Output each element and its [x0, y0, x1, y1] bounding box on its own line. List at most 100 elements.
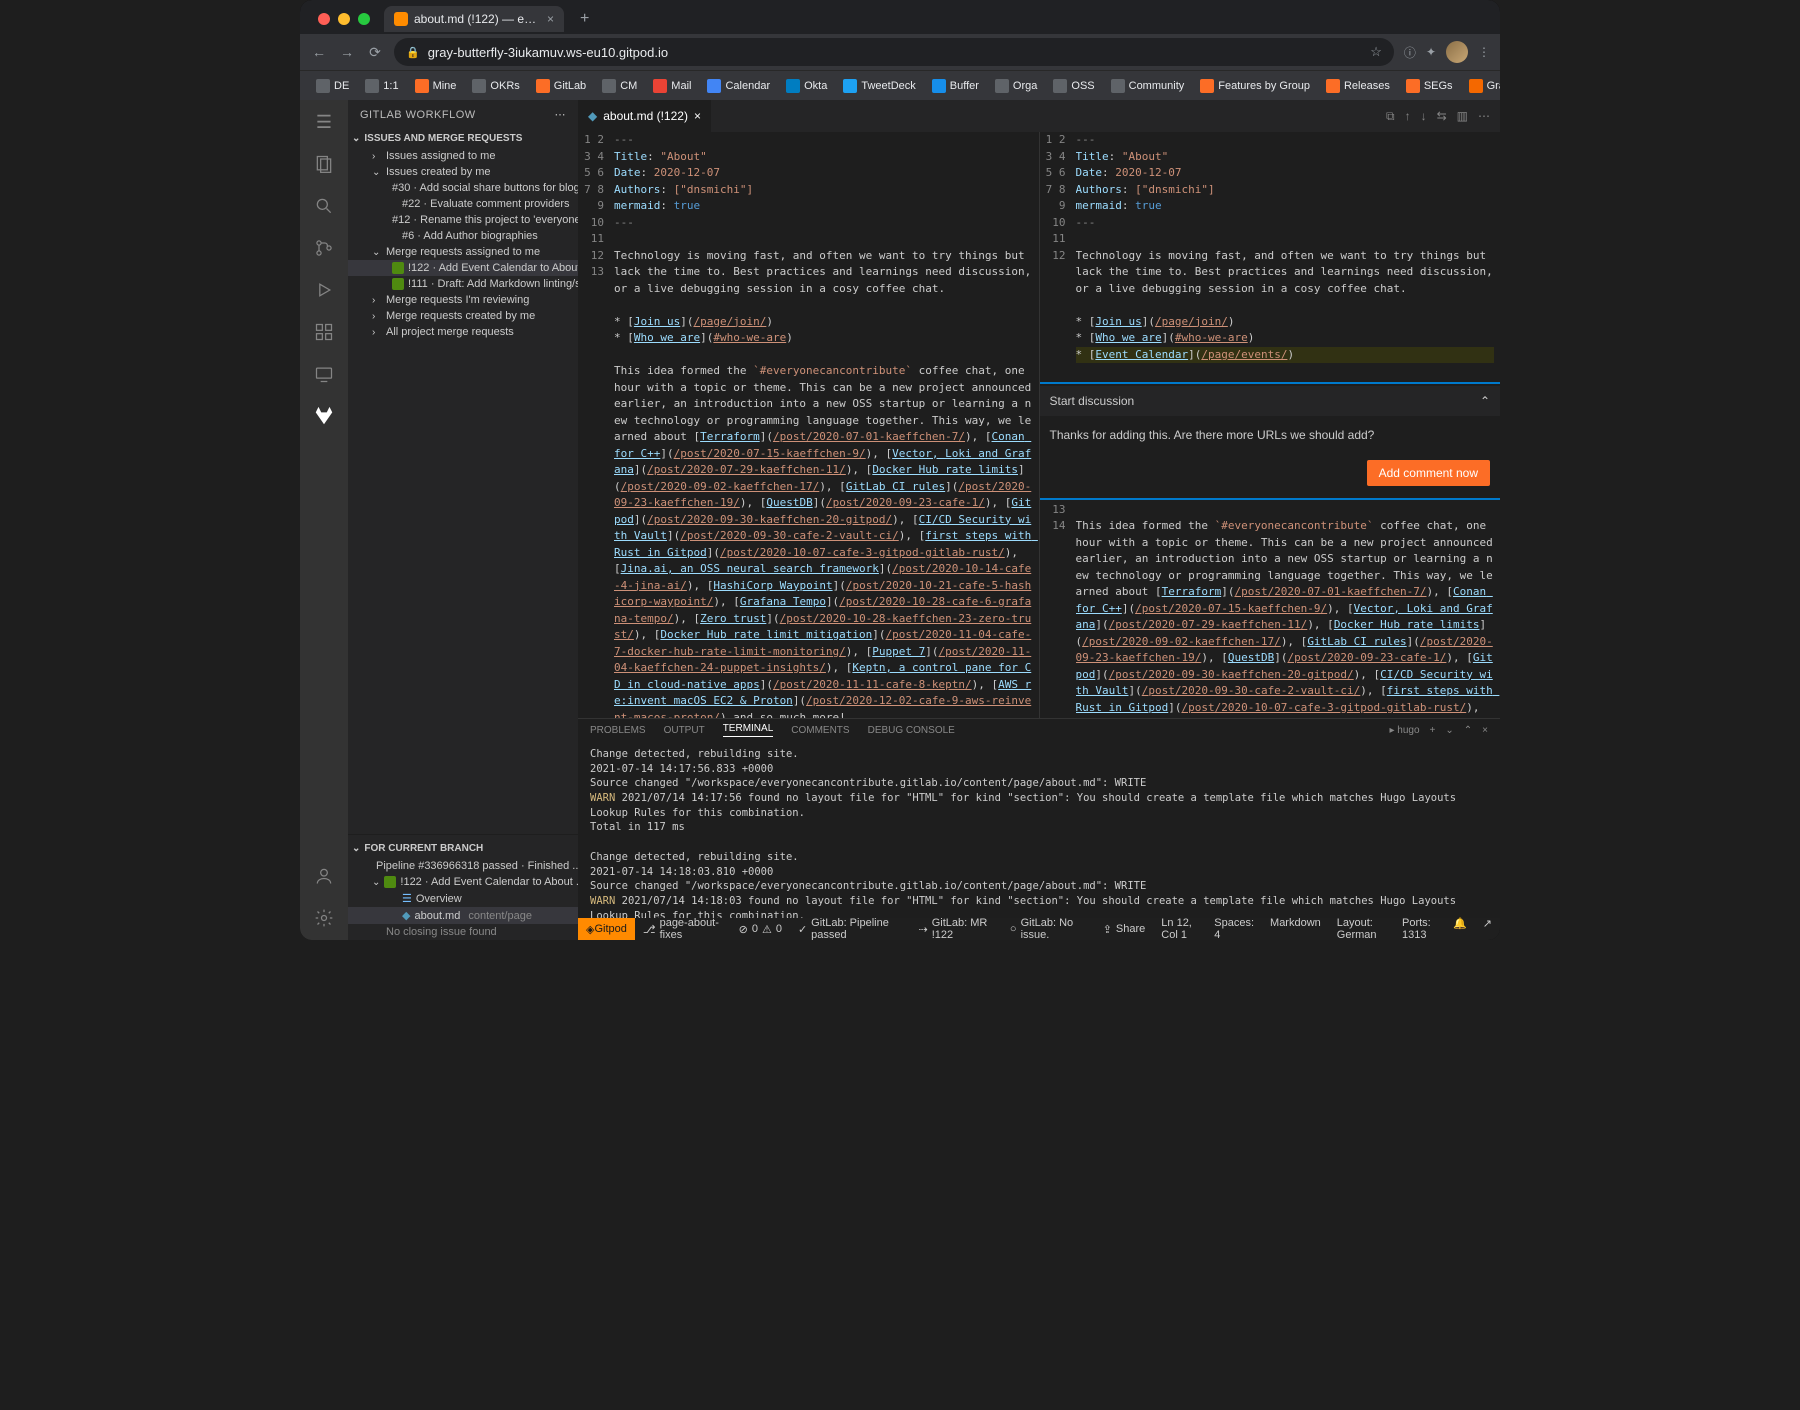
status-branch[interactable]: ⎇ page-about-fixes [635, 918, 731, 940]
tree-item[interactable]: ›Merge requests created by me [348, 308, 578, 324]
bookmark-item[interactable]: Mine [409, 76, 463, 96]
status-issue[interactable]: ○ GitLab: No issue. [1002, 918, 1095, 940]
terminal-dropdown-icon[interactable]: ⌄ [1445, 725, 1453, 736]
status-layout[interactable]: Layout: German [1329, 917, 1394, 940]
new-tab-button[interactable]: + [572, 10, 597, 28]
bookmark-item[interactable]: OSS [1047, 76, 1100, 96]
tree-item[interactable]: No closing issue found [348, 924, 578, 940]
sidebar-more-icon[interactable]: ⋯ [555, 108, 567, 121]
discussion-text[interactable]: Thanks for adding this. Are there more U… [1040, 416, 1501, 454]
menu-icon[interactable]: ☰ [312, 110, 336, 134]
chevron-icon: › [372, 327, 382, 338]
remote-icon[interactable] [312, 362, 336, 386]
chrome-menu-icon[interactable]: ⋮ [1478, 45, 1490, 59]
tree-item[interactable]: ›Issues assigned to me [348, 148, 578, 164]
status-mr[interactable]: ⇢ GitLab: MR !122 [911, 918, 1002, 940]
panel-tab[interactable]: PROBLEMS [590, 725, 646, 736]
tree-item[interactable]: ◆about.mdcontent/page [348, 907, 578, 924]
bookmark-item[interactable]: Community [1105, 76, 1191, 96]
star-icon[interactable]: ☆ [1370, 44, 1382, 60]
editor-tab-about[interactable]: ◆ about.md (!122) × [578, 100, 712, 132]
profile-avatar[interactable] [1446, 41, 1468, 63]
editor-pane-left[interactable]: 1 2 3 4 5 6 7 8 9 10 11 12 13 --- Title:… [578, 132, 1039, 718]
tree-item[interactable]: !111 · Draft: Add Markdown linting/s... [348, 276, 578, 292]
bookmark-item[interactable]: SEGs [1400, 76, 1459, 96]
tree-item[interactable]: #6 · Add Author biographies [348, 228, 578, 244]
nav-back-icon[interactable]: ← [310, 44, 328, 60]
status-notifications-icon[interactable]: 🔔 [1445, 917, 1475, 930]
maximize-panel-icon[interactable]: ⌃ [1464, 725, 1472, 736]
toggle-whitespace-icon[interactable]: ⇆ [1437, 109, 1447, 124]
bookmark-item[interactable]: Grafana: web Ove... [1463, 76, 1500, 96]
explorer-icon[interactable] [312, 152, 336, 176]
panel-tab[interactable]: COMMENTS [791, 725, 849, 736]
tree-item[interactable]: #30 · Add social share buttons for blog.… [348, 180, 578, 196]
collapse-discussion-icon[interactable]: ⌃ [1480, 392, 1490, 410]
extensions-icon[interactable]: ✦ [1426, 45, 1436, 59]
tab-close-icon[interactable]: × [547, 12, 554, 26]
bookmark-item[interactable]: CM [596, 76, 643, 96]
bookmark-item[interactable]: Calendar [701, 76, 776, 96]
status-open-browser-icon[interactable]: ↗ [1475, 917, 1500, 930]
bookmark-item[interactable]: 1:1 [359, 76, 404, 96]
terminal-select[interactable]: ▸ hugo [1389, 725, 1419, 736]
status-ports[interactable]: Ports: 1313 [1394, 917, 1445, 940]
split-editor-icon[interactable]: ▥ [1457, 109, 1468, 124]
tree-item[interactable]: ›All project merge requests [348, 324, 578, 340]
editor-pane-right[interactable]: 1 2 3 4 5 6 7 8 9 10 11 12 --- Title: "A… [1039, 132, 1501, 718]
bookmark-item[interactable]: Releases [1320, 76, 1396, 96]
source-control-icon[interactable] [312, 236, 336, 260]
next-change-icon[interactable]: ↓ [1421, 109, 1427, 124]
status-pipeline[interactable]: ✓ GitLab: Pipeline passed [790, 918, 911, 940]
tree-item[interactable]: #12 · Rename this project to 'everyone..… [348, 212, 578, 228]
bookmark-item[interactable]: Mail [647, 76, 697, 96]
tab-dirty-close-icon[interactable]: × [694, 109, 701, 123]
run-debug-icon[interactable] [312, 278, 336, 302]
sidebar-section-issues[interactable]: ISSUES AND MERGE REQUESTS [364, 133, 522, 144]
bookmark-item[interactable]: OKRs [466, 76, 525, 96]
status-share[interactable]: ⇪ Share [1095, 918, 1154, 940]
tree-item[interactable]: #22 · Evaluate comment providers [348, 196, 578, 212]
status-language[interactable]: Markdown [1262, 917, 1329, 929]
panel-tab[interactable]: DEBUG CONSOLE [868, 725, 955, 736]
browser-tab[interactable]: about.md (!122) — everyoneca... × [384, 6, 564, 32]
gitlab-workflow-icon[interactable] [312, 404, 336, 428]
search-icon[interactable] [312, 194, 336, 218]
tree-item[interactable]: Pipeline #336966318 passed · Finished ..… [348, 858, 578, 874]
extensions-view-icon[interactable] [312, 320, 336, 344]
bookmark-item[interactable]: TweetDeck [837, 76, 921, 96]
nav-forward-icon[interactable]: → [338, 44, 356, 60]
status-gitpod[interactable]: ◈ Gitpod [578, 918, 635, 940]
accounts-icon[interactable] [312, 864, 336, 888]
bookmark-item[interactable]: Features by Group [1194, 76, 1316, 96]
status-cursor[interactable]: Ln 12, Col 1 [1153, 917, 1206, 940]
bookmark-item[interactable]: DE [310, 76, 355, 96]
prev-change-icon[interactable]: ↑ [1405, 109, 1411, 124]
status-spaces[interactable]: Spaces: 4 [1206, 917, 1262, 940]
window-controls[interactable] [308, 13, 376, 25]
tree-item[interactable]: ☰Overview [348, 890, 578, 907]
status-problems[interactable]: ⊘ 0 ⚠ 0 [731, 918, 790, 940]
diff-view-icon[interactable]: ⧉ [1386, 109, 1395, 124]
tree-item[interactable]: ⌄Issues created by me [348, 164, 578, 180]
add-comment-button[interactable]: Add comment now [1367, 460, 1490, 486]
panel-tab[interactable]: OUTPUT [664, 725, 705, 736]
sidebar-section-branch[interactable]: FOR CURRENT BRANCH [364, 843, 483, 854]
tree-item[interactable]: ⌄!122 · Add Event Calendar to About ... [348, 874, 578, 890]
close-panel-icon[interactable]: × [1482, 725, 1488, 736]
panel-tab[interactable]: TERMINAL [723, 723, 774, 737]
address-bar[interactable]: 🔒 gray-butterfly-3iukamuv.ws-eu10.gitpod… [394, 38, 1394, 66]
new-terminal-icon[interactable]: + [1430, 725, 1436, 736]
bookmark-item[interactable]: GitLab [530, 76, 592, 96]
bookmark-item[interactable]: Orga [989, 76, 1043, 96]
bookmark-item[interactable]: Buffer [926, 76, 985, 96]
tree-item[interactable]: ›Merge requests I'm reviewing [348, 292, 578, 308]
editor-more-icon[interactable]: ⋯ [1478, 109, 1490, 124]
tree-item[interactable]: ⌄Merge requests assigned to me [348, 244, 578, 260]
terminal-output[interactable]: Change detected, rebuilding site. 2021-0… [578, 741, 1500, 918]
bookmark-item[interactable]: Okta [780, 76, 833, 96]
tree-item[interactable]: !122 · Add Event Calendar to About... [348, 260, 578, 276]
info-icon[interactable]: ⓘ [1404, 44, 1416, 61]
settings-gear-icon[interactable] [312, 906, 336, 930]
nav-reload-icon[interactable]: ⟳ [366, 44, 384, 61]
